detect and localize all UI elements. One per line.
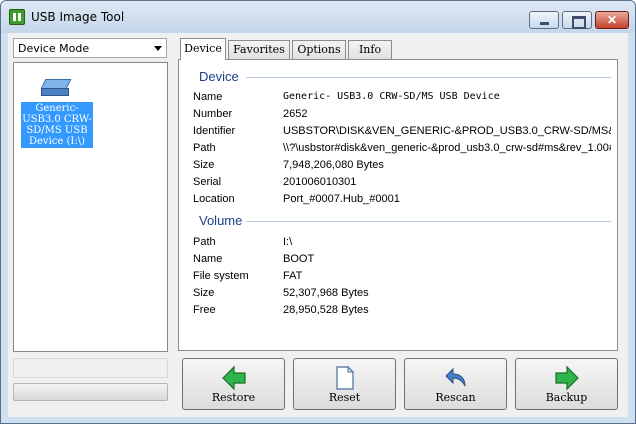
document-icon — [336, 365, 355, 390]
volume-name-value: BOOT — [283, 253, 315, 265]
tab-favorites[interactable]: Favorites — [228, 40, 290, 59]
arrow-left-icon — [222, 365, 246, 391]
maximize-button[interactable] — [562, 11, 592, 29]
tab-device[interactable]: Device — [180, 38, 226, 60]
backup-button[interactable]: Backup — [515, 358, 618, 410]
client-area: Device Mode Generic- USB3.0 CRW-SD/MS US… — [8, 33, 628, 417]
minimize-button[interactable] — [529, 11, 559, 29]
volume-group-title: Volume — [199, 213, 243, 228]
restore-button-label: Restore — [211, 391, 256, 404]
device-size-label: Size — [193, 159, 215, 171]
volume-path-value: I:\ — [283, 236, 293, 248]
app-window: USB Image Tool ✕ Device Mode Generic- US… — [0, 0, 636, 424]
device-serial-value: 201006010301 — [283, 176, 357, 188]
close-icon: ✕ — [606, 13, 618, 27]
volume-path-label: Path — [193, 236, 216, 248]
mode-dropdown-value: Device Mode — [18, 42, 90, 55]
refresh-arrow-icon — [445, 367, 466, 387]
window-title: USB Image Tool — [31, 10, 125, 24]
volume-filesystem-label: File system — [193, 270, 249, 282]
title-bar[interactable]: USB Image Tool ✕ — [1, 1, 635, 33]
device-number-value: 2652 — [283, 108, 308, 120]
volume-filesystem-value: FAT — [283, 270, 303, 282]
device-tab-panel: Device Name Generic- USB3.0 CRW-SD/MS US… — [178, 59, 618, 351]
mode-dropdown[interactable]: Device Mode — [13, 38, 167, 58]
tab-options[interactable]: Options — [292, 40, 346, 59]
status-panel — [13, 358, 168, 378]
chevron-down-icon — [154, 46, 162, 51]
restore-button[interactable]: Restore — [182, 358, 285, 410]
device-location-value: Port_#0007.Hub_#0001 — [283, 193, 400, 205]
volume-size-label: Size — [193, 287, 215, 299]
device-item-label: Generic- USB3.0 CRW-SD/MS USB Device (I:… — [21, 102, 93, 148]
info-scroll-area[interactable]: Device Name Generic- USB3.0 CRW-SD/MS US… — [186, 66, 611, 350]
volume-name-label: Name — [193, 253, 223, 265]
progress-bar — [13, 383, 168, 401]
device-path-label: Path — [193, 142, 216, 154]
device-path-value: \\?\usbstor#disk&ven_generic-&prod_usb3.… — [283, 142, 611, 154]
volume-size-value: 52,307,968 Bytes — [283, 287, 369, 299]
device-name-value: Generic- USB3.0 CRW-SD/MS USB Device — [283, 91, 500, 102]
device-location-label: Location — [193, 193, 235, 205]
device-identifier-value: USBSTOR\DISK&VEN_GENERIC-&PROD_USB3.0_CR… — [283, 125, 611, 137]
volume-free-value: 28,950,528 Bytes — [283, 304, 369, 316]
device-group-title: Device — [199, 69, 239, 84]
usb-app-icon — [9, 9, 25, 25]
device-identifier-label: Identifier — [193, 125, 236, 137]
device-group-divider — [246, 77, 611, 78]
rescan-button[interactable]: Rescan — [404, 358, 507, 410]
tab-info[interactable]: Info — [348, 40, 392, 59]
volume-group-divider — [246, 221, 611, 222]
reset-button-label: Reset — [328, 391, 361, 404]
close-button[interactable]: ✕ — [595, 11, 629, 29]
arrow-right-icon — [555, 365, 579, 391]
backup-button-label: Backup — [545, 391, 588, 404]
usb-drive-icon — [40, 79, 72, 99]
device-serial-label: Serial — [193, 176, 222, 188]
device-name-label: Name — [193, 91, 223, 103]
device-number-label: Number — [193, 108, 233, 120]
device-size-value: 7,948,206,080 Bytes — [283, 159, 384, 171]
device-list[interactable]: Generic- USB3.0 CRW-SD/MS USB Device (I:… — [13, 62, 168, 352]
reset-button[interactable]: Reset — [293, 358, 396, 410]
rescan-button-label: Rescan — [435, 391, 476, 404]
volume-free-label: Free — [193, 304, 216, 316]
